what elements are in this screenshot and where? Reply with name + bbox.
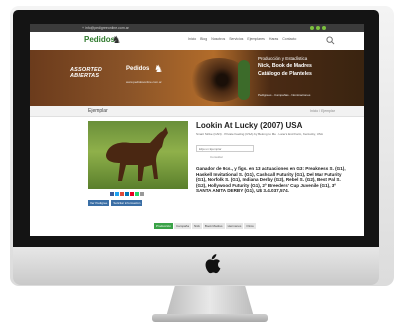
section-title: Ejemplar	[88, 108, 108, 114]
site-topbar: + info@pedigreeonline.com.ar	[30, 24, 364, 32]
horse-silhouette	[106, 127, 168, 181]
horse-logo-icon: ♞	[112, 35, 121, 46]
search-icon[interactable]	[326, 36, 335, 45]
facebook-icon[interactable]	[310, 26, 314, 30]
share-email-icon[interactable]	[140, 192, 144, 196]
share-google-icon[interactable]	[120, 192, 124, 196]
tab-otros[interactable]: Otros	[244, 223, 256, 229]
breadcrumb[interactable]: Inicio / Ejemplar	[310, 109, 335, 113]
banner-logo: Pedidos	[126, 66, 150, 72]
menu-item-ejemplares[interactable]: Ejemplares	[247, 37, 265, 41]
hero-banner: ASSORTED ABIERTAS Pedidos ♞ www.pedidoso…	[30, 50, 364, 106]
tab-book-madres[interactable]: Book Madres	[202, 223, 225, 229]
tab-campana[interactable]: Campaña	[174, 223, 192, 229]
horse-photo	[88, 121, 188, 189]
tab-produccion[interactable]: Producción	[154, 223, 174, 229]
banner-right-line-4: Pedigrees - Campañas - Nominaciones	[258, 93, 311, 97]
main-menu: Inicio Blog Nosotros Servicios Ejemplare…	[188, 37, 296, 41]
horse-tabs: Producción Campaña Nick Book Madres Herm…	[154, 223, 256, 229]
section-header: Ejemplar Inicio / Ejemplar	[30, 106, 364, 117]
menu-item-haras[interactable]: Haras	[269, 37, 278, 41]
horse-subinfo: Smart Strike (CAN) · Private Feeling (US…	[196, 132, 323, 136]
site-navbar: Pedidos ♞ Inicio Blog Nosotros Servicios…	[30, 32, 364, 50]
banner-headline: ASSORTED ABIERTAS	[70, 67, 102, 79]
share-facebook-icon[interactable]	[110, 192, 114, 196]
consult-link[interactable]: Consultar	[210, 155, 223, 159]
banner-line-2: ABIERTAS	[70, 73, 100, 79]
request-info-button[interactable]: Solicitar información	[111, 200, 143, 206]
share-whatsapp-icon[interactable]	[135, 192, 139, 196]
menu-item-blog[interactable]: Blog	[200, 37, 207, 41]
share-twitter-icon[interactable]	[115, 192, 119, 196]
site-logo[interactable]: Pedidos	[84, 35, 115, 44]
tab-hermanos[interactable]: Hermanos	[225, 223, 244, 229]
share-icons	[110, 192, 144, 196]
share-linkedin-icon[interactable]	[125, 192, 129, 196]
horse-description: Ganador de 9cs., y figs. en 13 actuacion…	[196, 166, 346, 194]
banner-bridle	[238, 60, 250, 100]
horse-name-title: Lookin At Lucky (2007) USA	[196, 121, 303, 130]
instagram-icon[interactable]	[322, 26, 326, 30]
twitter-icon[interactable]	[316, 26, 320, 30]
browser-screen: + info@pedigreeonline.com.ar Pedidos ♞ I…	[30, 24, 364, 236]
banner-website: www.pedidosonline.com.ar	[126, 80, 162, 84]
tab-nick[interactable]: Nick	[192, 223, 202, 229]
pedigree-button[interactable]: Ver Pedigree	[88, 200, 110, 206]
menu-item-servicios[interactable]: Servicios	[229, 37, 243, 41]
menu-item-contacto[interactable]: Contacto	[282, 37, 296, 41]
banner-right-line-3: Catálogo de Planteles	[258, 71, 312, 77]
menu-item-inicio[interactable]: Inicio	[188, 37, 196, 41]
action-buttons: Ver Pedigree Solicitar información	[88, 200, 143, 206]
menu-item-nosotros[interactable]: Nosotros	[211, 37, 225, 41]
horse-select[interactable]: Elija un Ejemplar	[196, 145, 254, 152]
banner-horse-icon: ♞	[154, 64, 163, 75]
banner-right-line-1: Producción y Estadística	[258, 56, 308, 61]
share-pinterest-icon[interactable]	[130, 192, 134, 196]
topbar-contact: + info@pedigreeonline.com.ar	[82, 26, 129, 30]
banner-right-line-2: Nick, Book de Madres	[258, 63, 312, 69]
imac-stand	[166, 286, 254, 317]
imac-stand-base	[152, 314, 268, 322]
social-icons	[310, 26, 326, 30]
apple-logo-icon	[205, 254, 221, 274]
imac-chin	[13, 247, 379, 285]
